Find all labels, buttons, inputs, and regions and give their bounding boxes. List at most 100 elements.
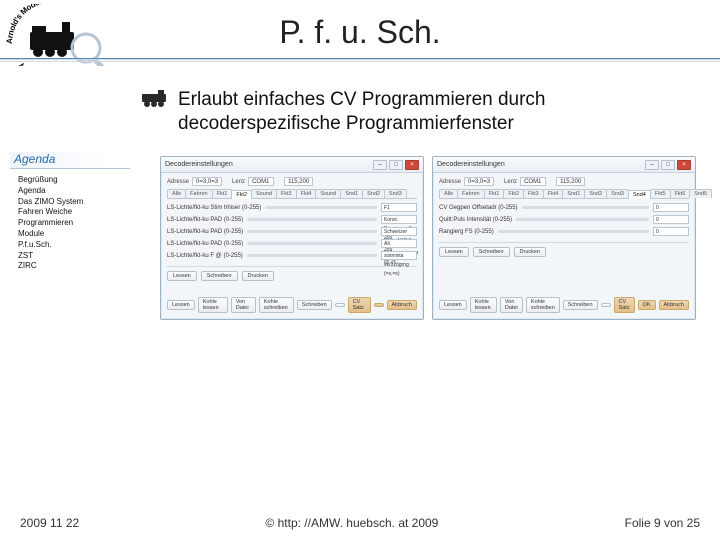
tab[interactable]: Fkt2 [503,189,524,198]
field-value[interactable]: 115,200 [556,177,585,186]
agenda-sidebar: Agenda BegrüßungAgendaDas ZIMO SystemFah… [10,152,130,272]
bottom-button[interactable]: Lessen [439,300,467,310]
bottom-button[interactable]: Kohle schreiben [526,297,560,313]
action-button[interactable]: Drucken [242,271,274,281]
agenda-item: Begrüßung [18,175,130,186]
bottom-button[interactable]: Schreiben [297,300,332,310]
cv-slider[interactable] [516,218,649,221]
action-button[interactable]: Drucken [514,247,546,257]
window-title: Decodereinstellungen [437,161,645,168]
cv-slider[interactable] [522,206,649,209]
tab[interactable]: Fahren [185,189,212,198]
cv-slider[interactable] [498,230,649,233]
tab[interactable]: Snd4 [628,190,651,199]
cv-line: LS-Lichte/fkt-ku PAD (0-255) Alt. Nefrems… [167,239,417,248]
tab[interactable]: Fkt2 [231,190,252,199]
maximize-button[interactable]: □ [661,160,675,170]
cv-slider[interactable] [247,218,377,221]
tab[interactable]: Snd5 [689,189,712,198]
action-button[interactable]: Schreiben [201,271,238,281]
field-value[interactable]: 115,200 [284,177,313,186]
bottom-button[interactable]: Kohle lessen [470,297,497,313]
bottom-row: LessenKohle lessenVon DateiKohle schreib… [439,297,689,313]
bottom-button[interactable]: CV Satz [614,297,635,313]
bottom-button[interactable] [335,303,345,307]
agenda-item: P.f.u.Sch. [18,240,130,251]
bottom-button[interactable]: Kohle schreiben [259,297,294,313]
tab[interactable]: Fkt3 [523,189,544,198]
cv-select[interactable]: 0 [653,227,689,236]
tab[interactable]: Snd3 [606,189,629,198]
cv-select[interactable]: Konst. Bremsweg 0-255 [381,215,417,224]
bottom-button[interactable]: Schreiben [563,300,598,310]
minimize-button[interactable]: – [645,160,659,170]
cv-select[interactable]: sistmixta verzzögrng (=x,=x) [381,251,417,260]
cv-select[interactable]: 0 [653,203,689,212]
close-button[interactable]: × [405,160,419,170]
tab[interactable]: Snd2 [584,189,607,198]
tab[interactable]: Snd1 [562,189,585,198]
tab[interactable]: Fkt6 [670,189,691,198]
bullet-text: Erlaubt einfaches CV Programmieren durch… [178,88,690,136]
window-title: Decodereinstellungen [165,161,373,168]
tab[interactable]: Fkt4 [543,189,564,198]
bottom-button[interactable]: Kohle lessen [198,297,228,313]
tab[interactable]: Alle [167,189,186,198]
bottom-button[interactable] [374,303,384,307]
agenda-item: Module [18,229,130,240]
bottom-button[interactable]: OK [638,300,656,310]
cv-slider[interactable] [247,230,377,233]
field-label: Adresse [167,179,189,185]
field: 115,200 [284,177,313,186]
tab[interactable]: Fkt3 [276,189,297,198]
action-button[interactable]: Schreiben [473,247,510,257]
cv-label: LS-Lichte/fkt-ku PAD (0-255) [167,241,243,247]
field: 115,200 [556,177,585,186]
tab[interactable]: Fahren [457,189,484,198]
footer-copyright: © http: //AMW. huebsch. at 2009 [265,516,438,530]
field-value[interactable]: 0=3,0=3 [464,177,494,186]
tab[interactable]: Fkt1 [212,189,233,198]
bottom-button[interactable] [601,303,611,307]
cv-select[interactable]: F1 [381,203,417,212]
action-row: Lessen Schreiben Drucken [439,242,689,257]
bottom-button[interactable]: Von Datei [500,297,523,313]
bottom-button[interactable]: Abbruch [659,300,690,310]
tab[interactable]: Fkt1 [484,189,505,198]
field-value[interactable]: 0=3,0=3 [192,177,222,186]
maximize-button[interactable]: □ [389,160,403,170]
bottom-row: LessenKohle lessenVon DateiKohle schreib… [167,297,417,313]
cv-slider[interactable] [247,242,377,245]
bottom-button[interactable]: Lessen [167,300,195,310]
agenda-item: ZIRC [18,261,130,272]
cv-slider[interactable] [265,206,377,209]
tab[interactable]: Snd2 [362,189,385,198]
tab[interactable]: Sound [251,189,277,198]
tab[interactable]: Alle [439,189,458,198]
bottom-button[interactable]: Abbruch [387,300,418,310]
cv-label: Quitt:Puls Intensität (0-255) [439,217,512,223]
tab[interactable]: Sound [315,189,341,198]
window-buttons: –□× [645,160,691,170]
cv-select[interactable]: 0 [653,215,689,224]
cv-line: CV Gegpen Offsetadr (0-255)0 [439,203,689,212]
close-button[interactable]: × [677,160,691,170]
tab[interactable]: Snd3 [384,189,407,198]
action-button[interactable]: Lessen [167,271,197,281]
minimize-button[interactable]: – [373,160,387,170]
bottom-button[interactable]: Von Datei [231,297,256,313]
tab[interactable]: Fkt5 [650,189,671,198]
field-value[interactable]: COM1 [520,177,546,186]
cv-slider[interactable] [247,254,377,257]
slide-title: P. f. u. Sch. [0,14,720,51]
action-button[interactable]: Lessen [439,247,469,257]
bottom-button[interactable]: CV Satz [348,297,371,313]
cv-label: LS-Lichte/fkt-ku PAD (0-255) [167,217,243,223]
field-value[interactable]: COM1 [248,177,274,186]
cv-select[interactable]: Alt. Nefremsatzung @ 2x [381,239,417,248]
agenda-item: ZST [18,251,130,262]
tab[interactable]: Snd1 [340,189,363,198]
tab[interactable]: Fkt4 [296,189,317,198]
cv-select[interactable]: Schweizer Koria ASC 0-255 [381,227,417,236]
title-wrap: P. f. u. Sch. [0,14,720,51]
